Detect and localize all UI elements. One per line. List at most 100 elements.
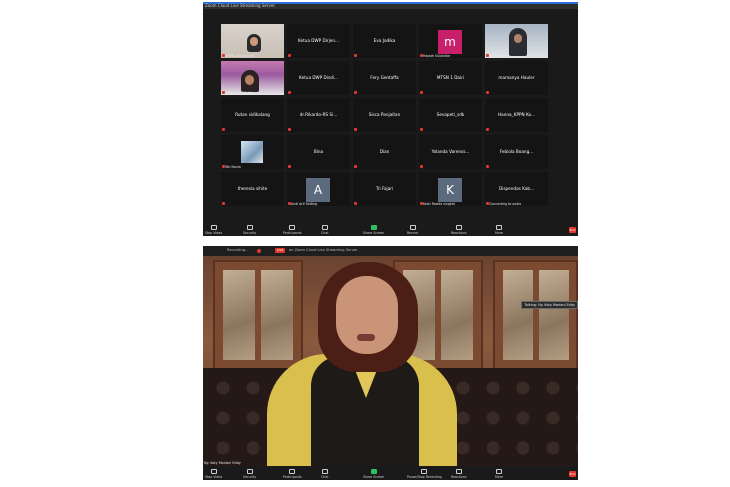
- participant-tile[interactable]: Dispendas Kab... Connecting to audio: [485, 172, 548, 206]
- participant-avatar: m: [438, 30, 462, 54]
- talking-indicator: Talking: Ny. Koty Mariani Eddy: [521, 301, 578, 309]
- muted-mic-icon: [354, 54, 357, 57]
- reactions-icon: [455, 469, 462, 474]
- participant-tile[interactable]: dr.Rikardo-RS Si...: [287, 98, 350, 132]
- shield-button[interactable]: Security: [243, 469, 256, 479]
- live-badge: LIVE: [275, 248, 285, 253]
- more-button[interactable]: More: [495, 469, 503, 479]
- participant-name: Febiola Boang...: [499, 149, 534, 154]
- video-icon: [210, 469, 217, 474]
- participants-button[interactable]: Participants: [283, 225, 302, 235]
- shield-button[interactable]: Security: [243, 225, 256, 235]
- participant-name: Ketua DWP Dirjen...: [297, 38, 340, 43]
- participant-caption: Tati Nania: [225, 165, 241, 169]
- record-icon: [409, 225, 416, 230]
- participant-name: Bina: [313, 149, 324, 154]
- participants-icon: [289, 469, 296, 474]
- participant-name: Ketua DWP Disdi...: [299, 75, 338, 80]
- record-icon: [421, 469, 428, 474]
- participant-tile[interactable]: K Kesti Rosida singkat: [419, 172, 482, 206]
- participant-tile[interactable]: UIT DPHBKI: [485, 24, 548, 58]
- window-title-bar: Zoom Cloud Live Streaming Server: [203, 2, 578, 9]
- participants-button[interactable]: Participants: [283, 469, 302, 479]
- muted-mic-icon: [288, 54, 291, 57]
- toolbar-label: Reactions: [451, 231, 467, 235]
- reactions-button[interactable]: Reactions: [451, 225, 467, 235]
- share-screen-button[interactable]: Share Screen: [363, 225, 384, 235]
- participant-tile[interactable]: Tri Fajari: [353, 172, 416, 206]
- recording-status-bar: Recording... LIVE on Zoom Cloud Live Str…: [203, 246, 578, 256]
- participant-tile[interactable]: Ketua DWP Disdi...: [287, 61, 350, 95]
- participant-tile[interactable]: Bina: [287, 135, 350, 169]
- participant-tile[interactable]: Rutan sidikalang: [221, 98, 284, 132]
- toolbar-label: Pause/Stop Recording: [407, 475, 442, 479]
- record-button[interactable]: Pause/Stop Recording: [407, 469, 442, 479]
- muted-mic-icon: [288, 165, 291, 168]
- participant-tile[interactable]: m Haolah Sulandiar: [419, 24, 482, 58]
- participant-caption: Connecting to audio: [489, 202, 522, 206]
- end-meeting-button[interactable]: End: [569, 227, 576, 233]
- muted-mic-icon: [288, 128, 291, 131]
- end-meeting-button[interactable]: End: [569, 471, 576, 477]
- share-screen-icon: [370, 469, 377, 474]
- participant-caption: UIT DPHBKI: [489, 54, 508, 58]
- participant-tile[interactable]: Dian: [353, 135, 416, 169]
- more-button[interactable]: More: [495, 225, 503, 235]
- participant-tile[interactable]: Tati Nania: [221, 135, 284, 169]
- participant-tile[interactable]: mamanya Hauler: [485, 61, 548, 95]
- shield-icon: [246, 469, 253, 474]
- toolbar-label: Security: [243, 231, 257, 235]
- participant-tile[interactable]: Febiola Boang...: [485, 135, 548, 169]
- more-icon: [495, 469, 502, 474]
- reactions-button[interactable]: Reactions: [451, 469, 467, 479]
- video-button[interactable]: Stop Video: [205, 225, 222, 235]
- participant-tile[interactable]: Sevapeti_sdk: [419, 98, 482, 132]
- muted-mic-icon: [486, 165, 489, 168]
- participant-name: mamanya Hauler: [498, 75, 535, 80]
- participant-caption: Andi Arif Setting: [291, 202, 318, 206]
- participant-avatar: K: [438, 178, 462, 202]
- participant-tile[interactable]: A Andi Arif Setting: [287, 172, 350, 206]
- toolbar-label: Participants: [283, 475, 302, 479]
- video-button[interactable]: Stop Video: [205, 469, 222, 479]
- chat-icon: [321, 225, 328, 230]
- record-button[interactable]: Record: [407, 225, 418, 235]
- share-screen-icon: [370, 225, 377, 230]
- participant-name: Sisca Panjaitan: [368, 112, 401, 117]
- muted-mic-icon: [354, 165, 357, 168]
- speaker-video: Talking: Ny. Koty Mariani Eddy: [203, 256, 578, 468]
- participant-caption: KMPN Ulinggalang: [225, 54, 255, 58]
- participant-caption: Kesti Rosida singkat: [423, 202, 455, 206]
- participant-tile[interactable]: Ketua DWP Dirjen...: [287, 24, 350, 58]
- participant-tile[interactable]: Ketua TP. PKK Kab...: [221, 61, 284, 95]
- participant-tile[interactable]: Yolanda Varenss...: [419, 135, 482, 169]
- toolbar-label: Participants: [283, 231, 302, 235]
- participant-tile[interactable]: Fery Gentaffa: [353, 61, 416, 95]
- participant-tile[interactable]: MTSN 1 Dairi: [419, 61, 482, 95]
- muted-mic-icon: [222, 202, 225, 205]
- participant-tile[interactable]: KMPN Ulinggalang: [221, 24, 284, 58]
- muted-mic-icon: [354, 202, 357, 205]
- participant-avatar: A: [306, 178, 330, 202]
- muted-mic-icon: [354, 91, 357, 94]
- participant-tile[interactable]: Hanna_KPPN Ko...: [485, 98, 548, 132]
- participant-caption: Haolah Sulandiar: [423, 54, 451, 58]
- share-screen-button[interactable]: Share Screen: [363, 469, 384, 479]
- toolbar-label: More: [495, 475, 503, 479]
- recording-label: Recording...: [227, 248, 249, 252]
- chat-button[interactable]: Chat: [321, 225, 328, 235]
- participant-name: dr.Rikardo-RS Si...: [299, 112, 338, 117]
- participant-caption: Ketua TP. PKK Kab...: [225, 91, 257, 95]
- toolbar-label: Share Screen: [363, 231, 385, 235]
- toolbar-label: Chat: [321, 475, 329, 479]
- background-cabinet: [493, 260, 578, 370]
- participant-tile[interactable]: Eva Jodika: [353, 24, 416, 58]
- participant-tile[interactable]: theresia sihite: [221, 172, 284, 206]
- muted-mic-icon: [288, 91, 291, 94]
- chat-icon: [321, 469, 328, 474]
- muted-mic-icon: [354, 128, 357, 131]
- participant-tile[interactable]: Sisca Panjaitan: [353, 98, 416, 132]
- chat-button[interactable]: Chat: [321, 469, 328, 479]
- participants-icon: [289, 225, 296, 230]
- speaker-name-label: Ny. Koty Mariani Eddy: [204, 461, 241, 465]
